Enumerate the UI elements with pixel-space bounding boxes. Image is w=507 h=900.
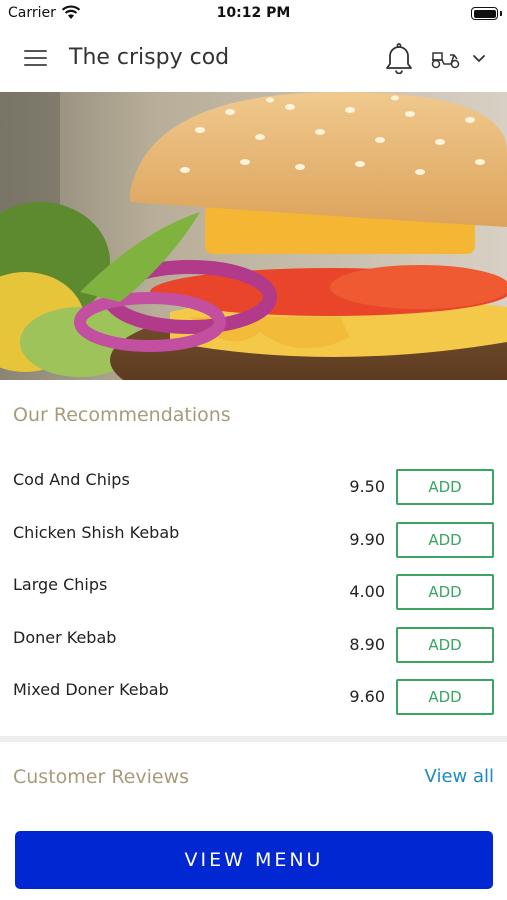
add-button[interactable]: ADD bbox=[396, 469, 494, 505]
list-item: Large Chips 4.00 ADD bbox=[0, 565, 507, 618]
item-name: Cod And Chips bbox=[13, 470, 130, 489]
item-price: 9.60 bbox=[349, 687, 385, 706]
list-item: Cod And Chips 9.50 ADD bbox=[0, 460, 507, 513]
recommendations-title: Our Recommendations bbox=[13, 404, 231, 426]
list-item: Chicken Shish Kebab 9.90 ADD bbox=[0, 513, 507, 566]
battery-icon bbox=[471, 7, 498, 20]
hero-burger-image bbox=[0, 92, 507, 380]
app-header: The crispy cod bbox=[0, 28, 507, 92]
battery-tip bbox=[500, 11, 502, 16]
add-button[interactable]: ADD bbox=[396, 679, 494, 715]
reviews-title: Customer Reviews bbox=[13, 766, 190, 788]
status-bar: Carrier 10:12 PM bbox=[0, 0, 507, 28]
item-name: Large Chips bbox=[13, 575, 108, 594]
page-title: The crispy cod bbox=[69, 45, 230, 70]
item-price: 9.90 bbox=[349, 529, 385, 549]
menu-icon[interactable] bbox=[24, 50, 47, 68]
clock: 10:12 PM bbox=[216, 5, 291, 21]
section-divider bbox=[0, 736, 507, 742]
delivery-scooter-icon[interactable] bbox=[430, 49, 462, 69]
recommendations-list: Cod And Chips 9.50 ADD Chicken Shish Keb… bbox=[0, 460, 507, 723]
item-name: Mixed Doner Kebab bbox=[13, 680, 169, 699]
list-item: Doner Kebab 8.90 ADD bbox=[0, 618, 507, 671]
add-button[interactable]: ADD bbox=[396, 626, 494, 663]
bell-icon[interactable] bbox=[384, 42, 414, 74]
item-name: Chicken Shish Kebab bbox=[13, 522, 180, 542]
item-price: 9.50 bbox=[349, 477, 385, 496]
view-all-link[interactable]: View all bbox=[425, 766, 494, 787]
item-price: 8.90 bbox=[349, 634, 385, 654]
add-button[interactable]: ADD bbox=[396, 521, 494, 558]
item-price: 4.00 bbox=[349, 582, 385, 601]
item-name: Doner Kebab bbox=[13, 627, 117, 647]
chevron-down-icon[interactable] bbox=[472, 54, 486, 64]
add-button[interactable]: ADD bbox=[396, 574, 494, 610]
view-menu-button[interactable]: VIEW MENU bbox=[15, 831, 493, 889]
list-item: Mixed Doner Kebab 9.60 ADD bbox=[0, 670, 507, 723]
